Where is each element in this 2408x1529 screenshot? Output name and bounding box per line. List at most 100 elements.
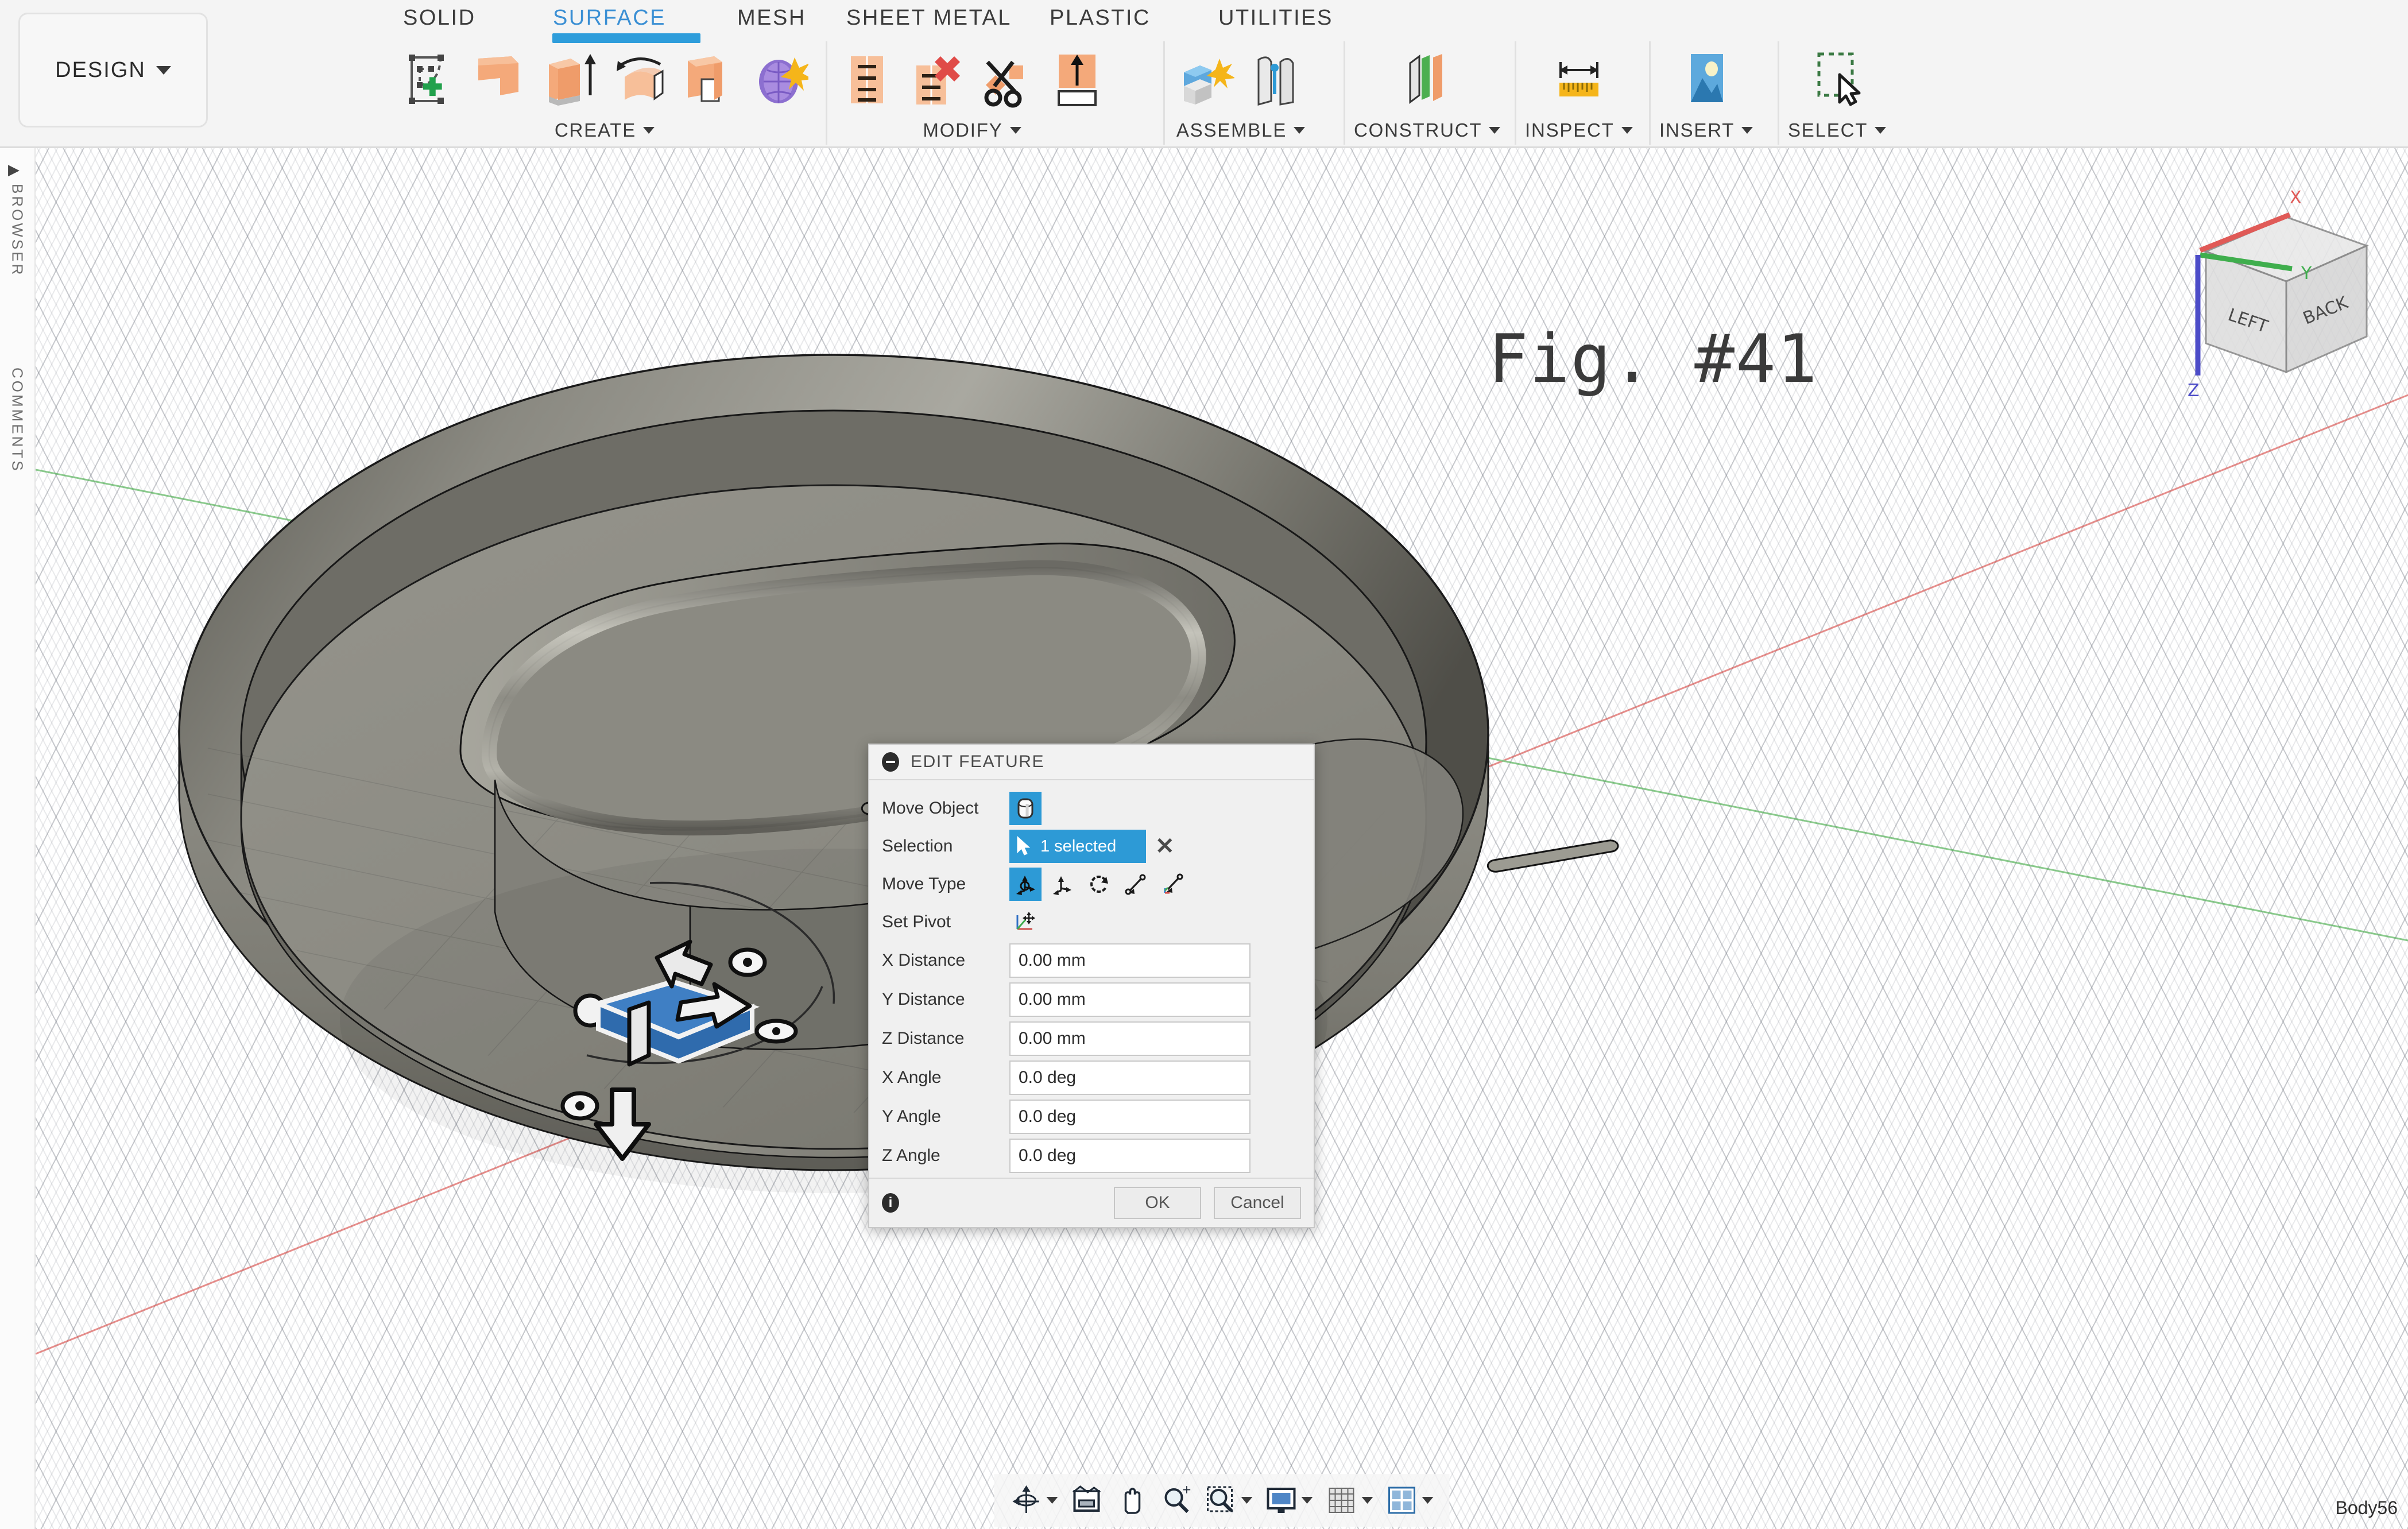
selection-chip[interactable]: 1 selected [1009,830,1146,863]
row-y-angle: Y Angle 0.0 deg [869,1097,1314,1136]
left-rail: ▶ BROWSER COMMENTS [0,148,36,1529]
svg-text:+: + [1182,1484,1192,1496]
y-angle-input[interactable]: 0.0 deg [1009,1100,1251,1134]
row-z-angle: Z Angle 0.0 deg [869,1136,1314,1175]
z-distance-input[interactable]: 0.00 mm [1009,1021,1251,1056]
group-divider [1515,41,1516,145]
y-distance-label: Y Distance [882,990,1009,1009]
svg-text:Y: Y [2301,264,2312,284]
ribbon-group-select-label[interactable]: SELECT [1788,119,1886,141]
rotate-icon[interactable] [1083,868,1115,901]
row-move-object: Move Object [869,789,1314,827]
ribbon: SOLID SURFACE MESH SHEET METAL PLASTIC U… [208,0,2408,148]
joint-icon[interactable] [1244,42,1308,116]
point-to-position-icon[interactable] [1156,868,1188,901]
chevron-down-icon [1302,1497,1313,1504]
extrude-icon[interactable] [537,42,602,116]
dialog-header[interactable]: EDIT FEATURE [869,745,1314,780]
set-pivot-icon[interactable] [1009,905,1042,939]
body-name-label: Body56 [2335,1497,2398,1519]
insert-image-icon[interactable] [1674,42,1739,116]
select-window-icon[interactable] [1805,42,1869,116]
selection-label: Selection [882,837,1009,856]
chevron-down-icon [1422,1497,1434,1504]
trim-icon[interactable] [975,42,1039,116]
chevron-down-icon [1741,127,1753,134]
expand-browser-icon[interactable]: ▶ [8,161,20,179]
edit-feature-dialog: EDIT FEATURE Move Object [868,744,1315,1228]
ribbon-group-create-label[interactable]: CREATE [555,119,655,141]
measure-icon[interactable] [1547,42,1611,116]
chevron-down-icon [1010,127,1021,134]
chevron-down-icon [1362,1497,1373,1504]
row-move-type: Move Type [869,865,1314,903]
svg-text:X: X [2290,188,2302,208]
tab-solid[interactable]: SOLID [403,6,476,30]
move-object-label: Move Object [882,799,1009,818]
tab-mesh[interactable]: MESH [737,6,806,30]
chevron-down-icon [643,127,655,134]
display-settings-button[interactable] [1262,1480,1317,1521]
tab-sheet-metal[interactable]: SHEET METAL [846,6,1012,30]
chevron-down-icon [1875,127,1886,134]
viewports-button[interactable] [1383,1480,1437,1521]
mesh-sculpt-icon[interactable] [748,42,812,116]
grid-snap-button[interactable] [1322,1480,1377,1521]
extrude-face-icon[interactable] [467,42,532,116]
tab-plastic[interactable]: PLASTIC [1050,6,1151,30]
move-type-label: Move Type [882,874,1009,894]
zoom-button[interactable]: + [1157,1480,1196,1521]
figure-caption: Fig. #41 [1488,320,1818,398]
sidebar-item-comments[interactable]: COMMENTS [9,367,26,473]
ribbon-group-assemble-label[interactable]: ASSEMBLE [1176,119,1305,141]
sidebar-item-browser[interactable]: BROWSER [9,184,26,277]
workspace-switcher-button[interactable]: DESIGN [18,13,208,127]
chevron-down-icon [1294,127,1305,134]
ribbon-group-insert: INSERT [1659,36,1753,148]
clear-selection-icon[interactable]: ✕ [1155,835,1175,858]
translate-icon[interactable] [1046,868,1078,901]
ribbon-group-modify-label[interactable]: MODIFY [923,119,1021,141]
view-cube: LEFT BACK X Y Z [2188,188,2367,401]
selection-count: 1 selected [1040,837,1116,856]
sweep-icon[interactable] [678,42,742,116]
zoom-window-button[interactable] [1202,1480,1256,1521]
tab-surface[interactable]: SURFACE [553,6,666,30]
ribbon-group-construct: CONSTRUCT [1354,36,1500,148]
chevron-down-icon [1241,1497,1253,1504]
ribbon-group-construct-label[interactable]: CONSTRUCT [1354,119,1500,141]
point-to-point-icon[interactable] [1120,868,1152,901]
tab-utilities[interactable]: UTILITIES [1218,6,1333,30]
delete-face-icon[interactable] [905,42,969,116]
new-component-icon[interactable] [1174,42,1238,116]
create-sketch-icon[interactable] [397,42,462,116]
ribbon-group-modify: MODIFY [835,36,1109,148]
chevron-down-icon [1489,127,1500,134]
fit-view-button[interactable] [1067,1480,1106,1521]
cancel-button[interactable]: Cancel [1214,1187,1301,1219]
info-icon[interactable]: i [882,1193,899,1213]
y-distance-input[interactable]: 0.00 mm [1009,982,1251,1017]
free-move-icon[interactable] [1009,868,1042,901]
ribbon-group-row: CREATE [208,36,2408,148]
ribbon-group-insert-label[interactable]: INSERT [1659,119,1753,141]
x-angle-input[interactable]: 0.0 deg [1009,1060,1251,1095]
extend-icon[interactable] [1045,42,1109,116]
ribbon-group-create: CREATE [397,36,812,148]
press-pull-icon[interactable] [835,42,899,116]
row-x-distance: X Distance 0.00 mm [869,941,1314,980]
z-angle-input[interactable]: 0.0 deg [1009,1139,1251,1173]
orbit-button[interactable] [1007,1480,1062,1521]
revolve-icon[interactable] [607,42,672,116]
collapse-icon[interactable] [882,752,899,772]
group-divider [1344,41,1345,145]
x-distance-input[interactable]: 0.00 mm [1009,943,1251,978]
offset-plane-icon[interactable] [1395,42,1459,116]
dialog-footer: i OK Cancel [869,1178,1314,1227]
x-distance-label: X Distance [882,951,1009,970]
pan-button[interactable] [1112,1480,1151,1521]
move-object-body-icon[interactable] [1009,792,1042,825]
ok-button[interactable]: OK [1114,1187,1201,1219]
ribbon-group-inspect-label[interactable]: INSPECT [1525,119,1633,141]
group-divider [826,41,827,145]
